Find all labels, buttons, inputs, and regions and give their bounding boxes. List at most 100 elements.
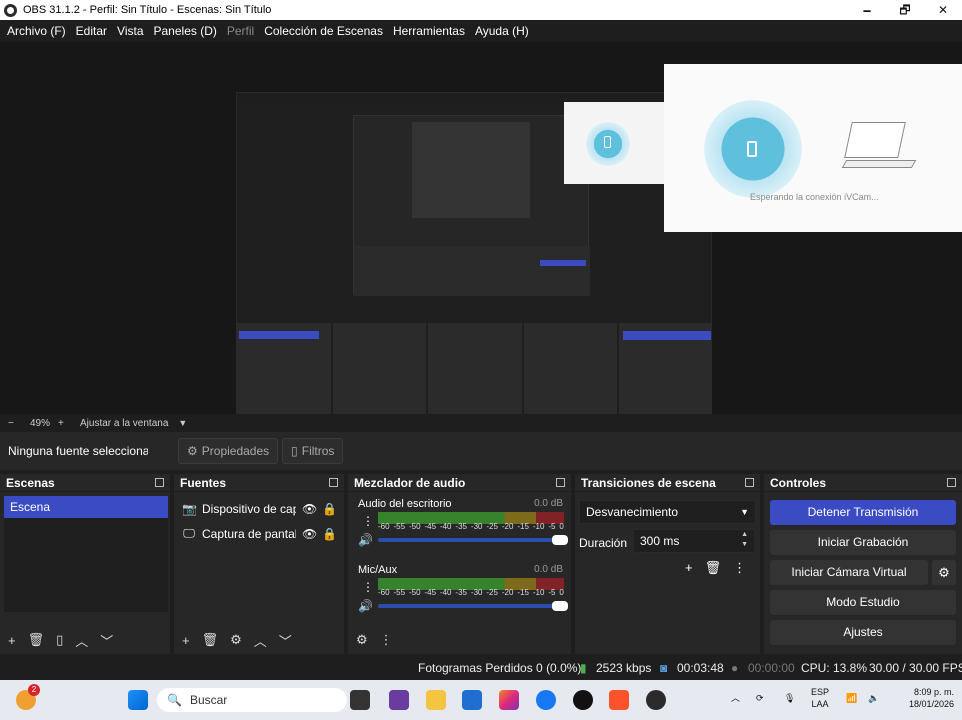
channel-db: 0.0 dB (534, 498, 563, 509)
eye-icon[interactable]: 👁 (302, 527, 317, 541)
filter-icon[interactable]: ▯ (56, 632, 63, 648)
chevron-down-icon[interactable]: ▼ (178, 418, 187, 428)
laptop-base (841, 160, 917, 168)
tick-label: -55 (393, 588, 406, 597)
slider-handle[interactable] (552, 601, 568, 611)
fit-to-window[interactable]: Ajustar a la ventana (80, 418, 168, 429)
tick-label: -5 (548, 588, 556, 597)
eye-icon[interactable]: 👁 (302, 502, 317, 516)
clock[interactable]: 8:09 p. m. 18/01/2026 (894, 686, 954, 710)
tick-label: -30 (470, 522, 483, 531)
wifi-icon[interactable]: 📶 (846, 692, 857, 704)
trash-icon[interactable]: 🗑 (705, 560, 722, 576)
add-icon[interactable]: + (685, 560, 693, 576)
brave-icon[interactable] (609, 690, 629, 710)
undock-icon[interactable] (745, 478, 754, 487)
scene-item[interactable]: Escena (4, 496, 168, 518)
record-icon: ● (731, 661, 739, 675)
volume-slider[interactable] (378, 535, 568, 545)
studio-mode-button[interactable]: Modo Estudio (770, 590, 956, 615)
chevron-up-icon[interactable]: ︿ (731, 692, 740, 704)
advanced-audio-icon[interactable]: ⚙ (356, 632, 368, 648)
transition-selected: Desvanecimiento (586, 505, 679, 519)
kebab-menu-icon[interactable]: ⋮ (733, 560, 746, 576)
zoom-in-button[interactable]: + (58, 418, 72, 429)
gear-icon[interactable]: ⚙ (230, 632, 242, 648)
undock-icon[interactable] (947, 478, 956, 487)
minimize-button[interactable]: 🗕 (848, 0, 886, 20)
kebab-menu-icon[interactable]: ⋮ (380, 632, 393, 648)
file-explorer-icon[interactable] (426, 690, 446, 710)
menu-view[interactable]: Vista (112, 24, 148, 38)
filters-button[interactable]: ▯ Filtros (282, 438, 344, 464)
transition-select[interactable]: Desvanecimiento ▼ (579, 500, 756, 524)
tick-label: -40 (439, 588, 452, 597)
tiktok-icon[interactable] (573, 690, 593, 710)
kebab-menu-icon[interactable]: ⋮ (362, 580, 374, 594)
channel-name: Mic/Aux (358, 564, 398, 576)
source-item[interactable]: 🖵 Captura de pantalla 👁 🔒 (174, 521, 344, 546)
maximize-button[interactable]: 🗗 (886, 0, 924, 20)
chevron-down-icon[interactable]: ﹀ (100, 631, 113, 650)
tick-label: -35 (455, 522, 467, 531)
volume-slider[interactable] (378, 601, 568, 611)
close-button[interactable]: ✕ (924, 0, 962, 20)
undock-icon[interactable] (155, 478, 164, 487)
properties-button[interactable]: ⚙ Propiedades (178, 438, 279, 464)
undock-icon[interactable] (556, 478, 565, 487)
store-icon[interactable] (462, 690, 482, 710)
add-icon[interactable]: + (8, 633, 16, 648)
menu-profile[interactable]: Perfil (222, 24, 259, 38)
slider-handle[interactable] (552, 535, 568, 545)
menu-scene-collection[interactable]: Colección de Escenas (259, 24, 388, 38)
stop-stream-button[interactable]: Detener Transmisión (770, 500, 956, 525)
facebook-icon[interactable] (536, 690, 556, 710)
preview-canvas[interactable]: Esperando la conexión iVCam... (0, 42, 962, 449)
monitor-icon: 🖵 (183, 526, 195, 540)
task-view-icon[interactable] (350, 690, 370, 710)
controls-dock-header: Controles (764, 474, 962, 492)
language-indicator[interactable]: ESP LAA (811, 686, 829, 710)
start-virtual-camera-button[interactable]: Iniciar Cámara Virtual (770, 560, 928, 585)
menu-file[interactable]: Archivo (F) (2, 24, 71, 38)
menu-tools[interactable]: Herramientas (388, 24, 470, 38)
transitions-dock: Transiciones de escena Desvanecimiento ▼… (575, 474, 760, 654)
trash-icon[interactable]: 🗑 (202, 632, 219, 648)
obs-taskbar-icon[interactable] (646, 690, 666, 710)
menu-docks[interactable]: Paneles (D) (149, 24, 222, 38)
nested-controls-dock (619, 323, 711, 421)
window-title: OBS 31.1.2 - Perfil: Sin Título - Escena… (23, 4, 272, 16)
search-placeholder: Buscar (189, 693, 228, 707)
virtual-camera-settings-button[interactable]: ⚙ (932, 560, 956, 585)
settings-button[interactable]: Ajustes (770, 620, 956, 645)
lock-icon[interactable]: 🔒 (322, 527, 337, 541)
kebab-menu-icon[interactable]: ⋮ (362, 514, 374, 528)
zoom-out-button[interactable]: − (8, 418, 20, 429)
menu-edit[interactable]: Editar (71, 24, 112, 38)
chevron-up-icon[interactable]: ︿ (75, 631, 88, 650)
speaker-icon[interactable]: 🔊 (358, 533, 373, 547)
nested-sources-dock (332, 323, 427, 421)
taskbar-search[interactable]: 🔍 Buscar (157, 688, 347, 712)
trash-icon[interactable]: 🗑 (28, 632, 45, 648)
tick-label: -25 (486, 588, 498, 597)
tick-label: -15 (517, 588, 529, 597)
microphone-icon[interactable]: 🎙 (784, 692, 795, 704)
instagram-icon[interactable] (499, 690, 519, 710)
windows-start-icon[interactable] (128, 690, 148, 710)
source-item[interactable]: 📷 Dispositivo de captura de vídeo 👁 🔒 (174, 496, 344, 521)
chevron-down-icon[interactable]: ﹀ (279, 631, 292, 650)
start-recording-button[interactable]: Iniciar Grabación (770, 530, 956, 555)
controls-dock: Controles Detener Transmisión Iniciar Gr… (764, 474, 962, 654)
speaker-icon[interactable]: 🔊 (358, 599, 373, 613)
menu-help[interactable]: Ayuda (H) (470, 24, 534, 38)
sync-icon[interactable]: ⟳ (756, 692, 764, 704)
duration-input[interactable]: 300 ms ▲ ▼ (633, 529, 755, 553)
undock-icon[interactable] (329, 478, 338, 487)
lock-icon[interactable]: 🔒 (322, 502, 337, 516)
speaker-icon[interactable]: 🔈 (868, 692, 879, 704)
add-icon[interactable]: + (182, 633, 190, 648)
chevron-up-icon[interactable]: ︿ (254, 631, 267, 650)
visual-studio-icon[interactable] (389, 690, 409, 710)
spinner-icon[interactable]: ▲ ▼ (741, 530, 748, 550)
